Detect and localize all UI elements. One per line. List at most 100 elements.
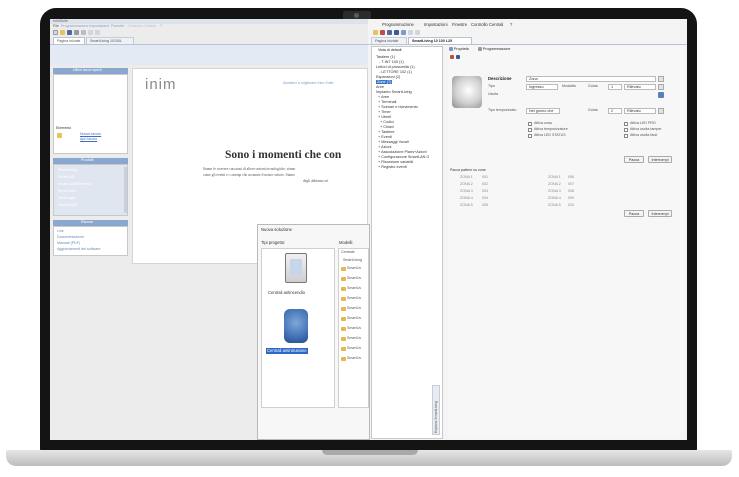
save-icon[interactable]	[380, 30, 385, 35]
left-menu-finestre[interactable]: Finestre	[111, 24, 124, 29]
right-menu-help[interactable]: ?	[510, 22, 512, 27]
tab-pagina-iniziale[interactable]: Pagina Iniziale	[371, 37, 407, 44]
tree-item[interactable]: + Aree	[378, 95, 389, 99]
redo-icon[interactable]	[95, 30, 100, 35]
tree-item[interactable]: + Utenti	[378, 115, 391, 119]
model-item[interactable]: SmartLiv	[347, 266, 361, 271]
tree-item[interactable]: - LETTORE 102 (1)	[379, 70, 412, 74]
interrompi-button-top[interactable]: Interrompi	[648, 156, 672, 163]
product-item[interactable]: SmartLAN/EthernetG	[58, 182, 92, 187]
tree-item[interactable]: + Eventi	[378, 135, 392, 139]
pacca-button-top[interactable]: Pacca	[624, 156, 644, 163]
model-item[interactable]: SmartLiv	[347, 356, 361, 361]
right-menu-controllo[interactable]: Controllo Centrali	[471, 22, 503, 27]
resource-link[interactable]: Manuali (PDF)	[57, 241, 80, 246]
left-menu-help[interactable]: ?	[160, 24, 162, 29]
tree-item[interactable]: + Messaggi Vocali	[378, 140, 409, 144]
model-item[interactable]: SmartLiv	[347, 346, 361, 351]
model-item[interactable]: SmartLiv	[347, 326, 361, 331]
upload-icon[interactable]	[394, 30, 399, 35]
right-menu-impostazioni[interactable]: Impostazioni	[424, 22, 448, 27]
checkbox-attiva-led-prg[interactable]	[624, 122, 628, 126]
model-item[interactable]: SmartLiv	[347, 286, 361, 291]
tree-item[interactable]: + Timer	[378, 110, 391, 114]
right-menu-programmazione[interactable]: Programmazione	[382, 22, 414, 27]
left-menu-file[interactable]: File	[53, 24, 59, 29]
model-item[interactable]: SmartLiving	[343, 258, 362, 263]
tree-item[interactable]: Espansioni (2)	[376, 75, 400, 79]
resource-link[interactable]: Documentazione	[57, 235, 84, 240]
tree-item[interactable]: + Scenari e ricevimento	[378, 105, 418, 109]
download-icon[interactable]	[401, 30, 406, 35]
save-icon[interactable]	[67, 30, 72, 35]
tree-item[interactable]: - T-INT 100 (1)	[379, 60, 404, 64]
time-select[interactable]: Nel giorno che	[526, 108, 560, 114]
project-type-intrusion[interactable]: Centrali antintrusione	[266, 348, 308, 355]
tree-item[interactable]: + Registro eventi	[378, 165, 407, 169]
checkbox-attiva-temporizzatore[interactable]	[528, 128, 532, 132]
tab-programming[interactable]: Programmazione	[483, 47, 510, 52]
checkbox-attiva-uscita-fault[interactable]	[624, 134, 628, 138]
product-item[interactable]: SmartLiving	[58, 168, 77, 173]
interrompi-button-bottom[interactable]: Interrompi	[648, 210, 672, 217]
open-project-link[interactable]: Apri lavoro	[80, 137, 97, 142]
right-menu-finestre[interactable]: Finestre	[452, 22, 467, 27]
tree-item[interactable]: + Azioni	[378, 145, 391, 149]
new-file-icon[interactable]	[53, 30, 58, 35]
tree-item[interactable]: + Associazione Plans+Azioni	[378, 150, 427, 154]
disconnect-icon[interactable]	[415, 30, 420, 35]
product-item[interactable]: Nexus/GSM	[58, 203, 77, 208]
tree-item[interactable]: + Terminali	[378, 100, 396, 104]
model-item[interactable]: SmartLiv	[347, 306, 361, 311]
tree-item[interactable]: + Codici	[380, 120, 394, 124]
tree-item[interactable]: + Configurazione SmartLAN G	[378, 155, 429, 159]
type-select[interactable]: Ingresso	[526, 84, 558, 90]
tree-item[interactable]: + Risorsione variabili	[378, 160, 413, 164]
settings-icon[interactable]	[81, 30, 86, 35]
print-icon[interactable]	[74, 30, 79, 35]
product-item[interactable]: SmartLight	[58, 196, 75, 201]
model-item[interactable]: SmartLiv	[347, 296, 361, 301]
descr-help-button[interactable]	[658, 76, 664, 82]
project-type-fire[interactable]: Centrali antincendio	[268, 290, 305, 295]
connect-icon[interactable]	[408, 30, 413, 35]
checkbox-attiva-led-status[interactable]	[528, 134, 532, 138]
tab-properties[interactable]: Proprietà	[454, 47, 469, 52]
tree-item[interactable]: Impianto SmartLiving	[376, 90, 412, 94]
resource-link[interactable]: Aggiornamenti del software	[57, 247, 101, 252]
tree-item[interactable]: Aree	[376, 85, 384, 89]
model-item[interactable]: SmartLiv	[347, 276, 361, 281]
tab-smartliving[interactable]: SmartLiving 10100L	[86, 37, 134, 44]
feedback-link[interactable]: Aiutateci a migliorare Inim Suite	[283, 81, 334, 86]
left-menu-programmazione[interactable]: Programmazione	[61, 24, 88, 29]
resource-link[interactable]: Link	[57, 229, 64, 234]
checkbox-attiva-uscita-tamper[interactable]	[624, 128, 628, 132]
intrusion-panel-device-icon[interactable]	[284, 309, 308, 343]
fire-panel-device-icon[interactable]	[285, 253, 307, 283]
explorer-side-tab[interactable]: Esplora SmartLiving	[432, 385, 440, 435]
mode-help-button[interactable]	[658, 84, 664, 90]
time-help-button[interactable]	[658, 108, 664, 114]
time-mode-select[interactable]: Rilevato	[624, 108, 656, 114]
descr-input[interactable]: Zona	[526, 76, 656, 82]
grid-icon[interactable]	[450, 55, 454, 59]
list-icon[interactable]	[456, 55, 460, 59]
left-menu-impostazioni[interactable]: Impostazioni	[89, 24, 109, 29]
open-folder-icon[interactable]	[60, 30, 65, 35]
tab-pagina-iniziale[interactable]: Pagina Iniziale	[53, 37, 85, 44]
left-menu-controllo[interactable]: Controllo Centrali	[128, 24, 156, 29]
tree-item[interactable]: Tastiere (1)	[376, 55, 395, 59]
undo-icon[interactable]	[88, 30, 93, 35]
products-scrollbar[interactable]	[124, 167, 127, 213]
checkbox-attiva-zona[interactable]	[528, 122, 532, 126]
pacca-button-bottom[interactable]: Pacca	[624, 210, 644, 217]
model-item[interactable]: SmartLiv	[347, 336, 361, 341]
open-folder-icon[interactable]	[373, 30, 378, 35]
product-item[interactable]: SmartVoice	[58, 189, 76, 194]
save-all-icon[interactable]	[387, 30, 392, 35]
tree-item[interactable]: + Chiavi	[380, 125, 394, 129]
time-number-input[interactable]: 2	[608, 108, 622, 114]
tab-smartliving-active[interactable]: SmartLiving 10 100 L25	[408, 37, 472, 44]
tree-item-selected[interactable]: Zone (7)	[376, 80, 393, 84]
tree-item[interactable]: + Tastiere	[378, 130, 395, 134]
